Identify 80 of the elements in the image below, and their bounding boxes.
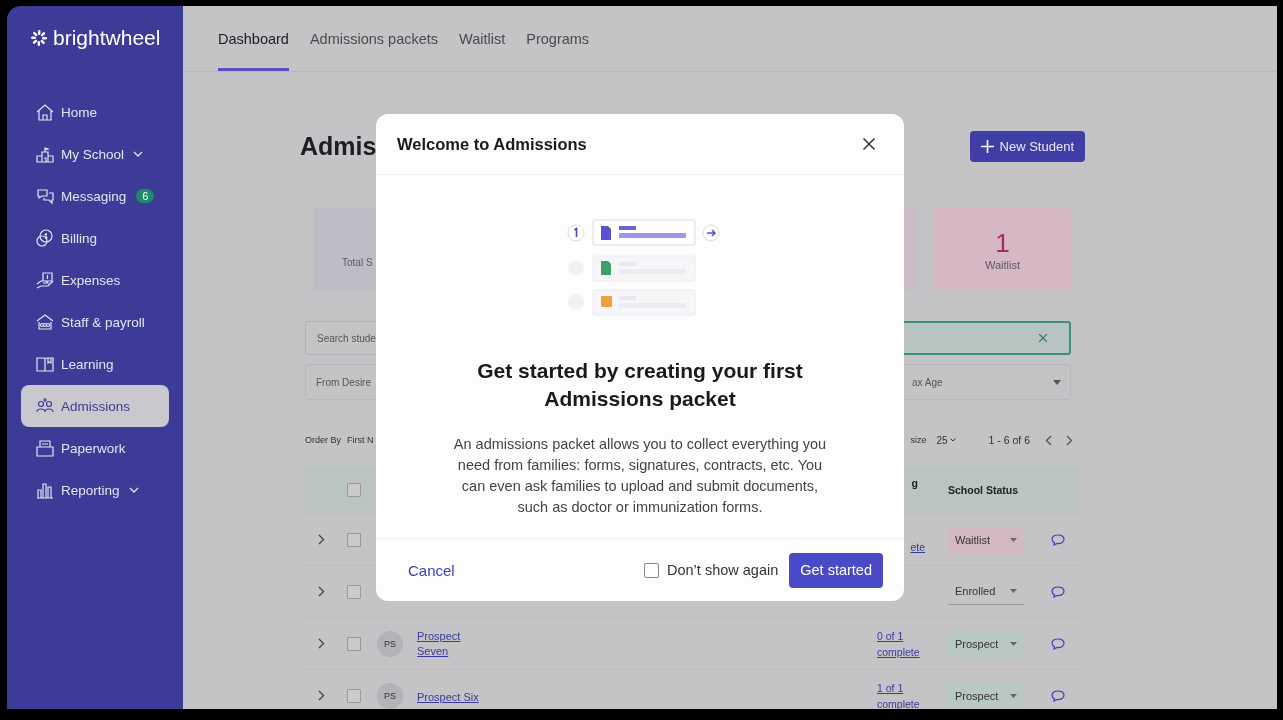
sidebar-item[interactable]: Admissions xyxy=(21,385,169,427)
previous-page-icon[interactable] xyxy=(1045,434,1052,446)
sidebar-item[interactable]: Staff & payroll xyxy=(21,301,169,343)
order-by-label: Order By xyxy=(305,435,341,445)
unread-badge: 6 xyxy=(136,189,155,203)
select-all-checkbox[interactable] xyxy=(347,483,361,497)
avatar: PS xyxy=(377,630,403,657)
packets-link[interactable]: 1 of 1 complete xyxy=(877,679,925,709)
tab[interactable]: Programs xyxy=(526,6,590,71)
column-header: School Status xyxy=(947,484,1019,496)
expand-icon[interactable] xyxy=(318,586,325,597)
clear-icon xyxy=(1039,334,1047,342)
row-checkbox[interactable] xyxy=(347,688,361,703)
next-page-icon[interactable] xyxy=(1066,434,1073,446)
dropdown-icon xyxy=(1010,641,1017,646)
dialog-description: An admissions packet allows you to collect everything you need from families: forms, signatures, contracts, etc. You can even ask families to upload and submit documents, such as doctor or immunization forms. xyxy=(452,435,828,517)
page-title: Admis xyxy=(300,131,377,161)
sidebar-item[interactable]: Paperwork xyxy=(21,427,169,469)
sidebar-item[interactable]: Messaging 6 xyxy=(21,175,169,217)
expand-icon[interactable] xyxy=(318,690,325,701)
page-size-select[interactable]: 25 xyxy=(936,434,956,446)
school-icon xyxy=(35,144,55,164)
comment-icon[interactable] xyxy=(1051,637,1065,650)
logo-text: brightwheel xyxy=(53,26,161,50)
page-range: 1 - 6 of 6 xyxy=(988,434,1030,446)
book-icon xyxy=(35,354,55,374)
comment-icon[interactable] xyxy=(1051,689,1065,702)
tab[interactable]: Admissions packets xyxy=(309,6,439,71)
hand-money-icon xyxy=(35,270,55,290)
page-size-label: size xyxy=(910,435,927,445)
row-checkbox[interactable] xyxy=(347,532,361,547)
dropdown-icon xyxy=(1010,589,1017,593)
comment-icon[interactable] xyxy=(1051,585,1065,598)
expand-icon[interactable] xyxy=(318,638,325,649)
status-select[interactable]: Prospect xyxy=(948,630,1024,657)
sidebar-item[interactable]: Expenses xyxy=(21,259,169,301)
expand-icon[interactable] xyxy=(318,534,325,545)
packets-link[interactable]: ete xyxy=(910,538,925,555)
row-checkbox[interactable] xyxy=(347,636,361,651)
dropdown-icon xyxy=(1010,537,1017,542)
sidebar-item[interactable]: My School xyxy=(21,133,169,175)
status-select[interactable]: Prospect xyxy=(948,682,1024,709)
avatar: PS xyxy=(377,682,403,709)
dropdown-icon xyxy=(1010,693,1017,698)
sidebar-item[interactable]: Home xyxy=(21,91,169,133)
new-student-button[interactable]: New Student xyxy=(969,130,1085,162)
stat-value: 1 xyxy=(995,227,1010,259)
tab[interactable]: Dashboard xyxy=(218,6,289,71)
home-icon xyxy=(35,102,55,122)
status-select[interactable]: Enrolled xyxy=(948,578,1024,605)
chat-icon xyxy=(35,186,55,206)
folder-icon xyxy=(35,438,55,458)
stat-label: Total S xyxy=(342,257,373,268)
stat-label: Waitlist xyxy=(984,258,1020,271)
logo-icon xyxy=(30,29,48,47)
student-link[interactable]: Prospect Seven xyxy=(417,628,467,659)
packets-link[interactable]: 0 of 1 complete xyxy=(877,627,925,660)
dialog-heading: Get started by creating your first Admissions packet xyxy=(476,358,804,412)
student-link[interactable]: Prospect Six xyxy=(417,689,479,705)
cancel-button[interactable]: Cancel xyxy=(408,561,455,579)
caret-icon xyxy=(949,438,956,442)
bar-chart-icon xyxy=(35,480,55,500)
column-header: g xyxy=(911,477,919,489)
comment-icon[interactable] xyxy=(1051,533,1065,546)
dont-show-checkbox[interactable]: Don’t show again xyxy=(644,562,779,578)
close-button[interactable] xyxy=(860,135,878,153)
sidebar-item[interactable]: Billing xyxy=(21,217,169,259)
dropdown-icon xyxy=(1053,379,1061,385)
status-select[interactable]: Waitlist xyxy=(948,526,1024,553)
filter-field[interactable] xyxy=(901,321,1071,355)
row-checkbox[interactable] xyxy=(347,584,361,599)
coin-icon xyxy=(35,228,55,248)
get-started-button[interactable]: Get started xyxy=(789,552,883,588)
house-people-icon xyxy=(35,312,55,332)
tab[interactable]: Waitlist xyxy=(459,6,506,71)
sidebar-item[interactable]: Learning xyxy=(21,343,169,385)
order-by-select[interactable]: First N xyxy=(347,435,374,445)
dialog-title: Welcome to Admissions xyxy=(397,134,587,154)
sidebar-item[interactable]: Reporting xyxy=(21,469,169,511)
plus-icon xyxy=(980,139,994,153)
